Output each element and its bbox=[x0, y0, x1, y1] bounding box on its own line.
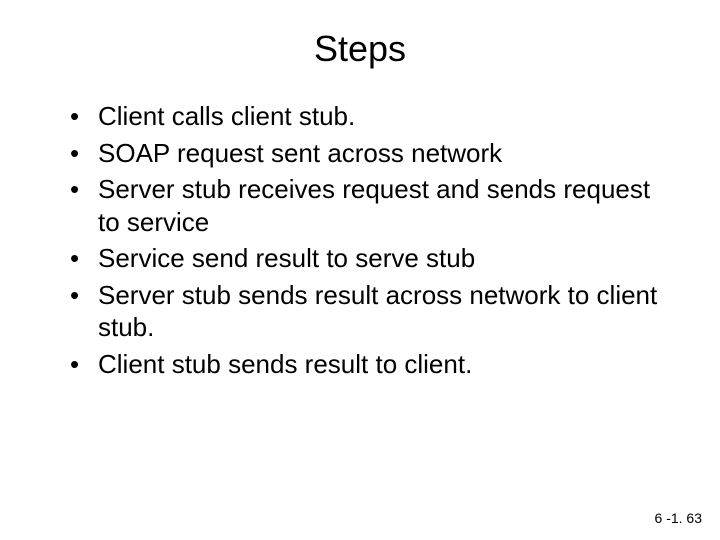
list-item: Server stub receives request and sends r… bbox=[70, 173, 660, 238]
slide-title: Steps bbox=[0, 0, 720, 70]
bullet-text: SOAP request sent across network bbox=[98, 138, 502, 168]
list-item: Client calls client stub. bbox=[70, 100, 660, 133]
bullet-text: Client stub sends result to client. bbox=[98, 349, 472, 379]
bullet-text: Service send result to serve stub bbox=[98, 243, 475, 273]
slide-body: Client calls client stub. SOAP request s… bbox=[0, 70, 720, 380]
list-item: Service send result to serve stub bbox=[70, 242, 660, 275]
slide: Steps Client calls client stub. SOAP req… bbox=[0, 0, 720, 540]
list-item: SOAP request sent across network bbox=[70, 137, 660, 170]
bullet-text: Server stub sends result across network … bbox=[98, 280, 657, 343]
slide-number: 6 -1. 63 bbox=[655, 510, 702, 526]
bullet-text: Client calls client stub. bbox=[98, 101, 355, 131]
list-item: Server stub sends result across network … bbox=[70, 279, 660, 344]
bullet-text: Server stub receives request and sends r… bbox=[98, 174, 650, 237]
bullet-list: Client calls client stub. SOAP request s… bbox=[70, 100, 660, 380]
list-item: Client stub sends result to client. bbox=[70, 348, 660, 381]
